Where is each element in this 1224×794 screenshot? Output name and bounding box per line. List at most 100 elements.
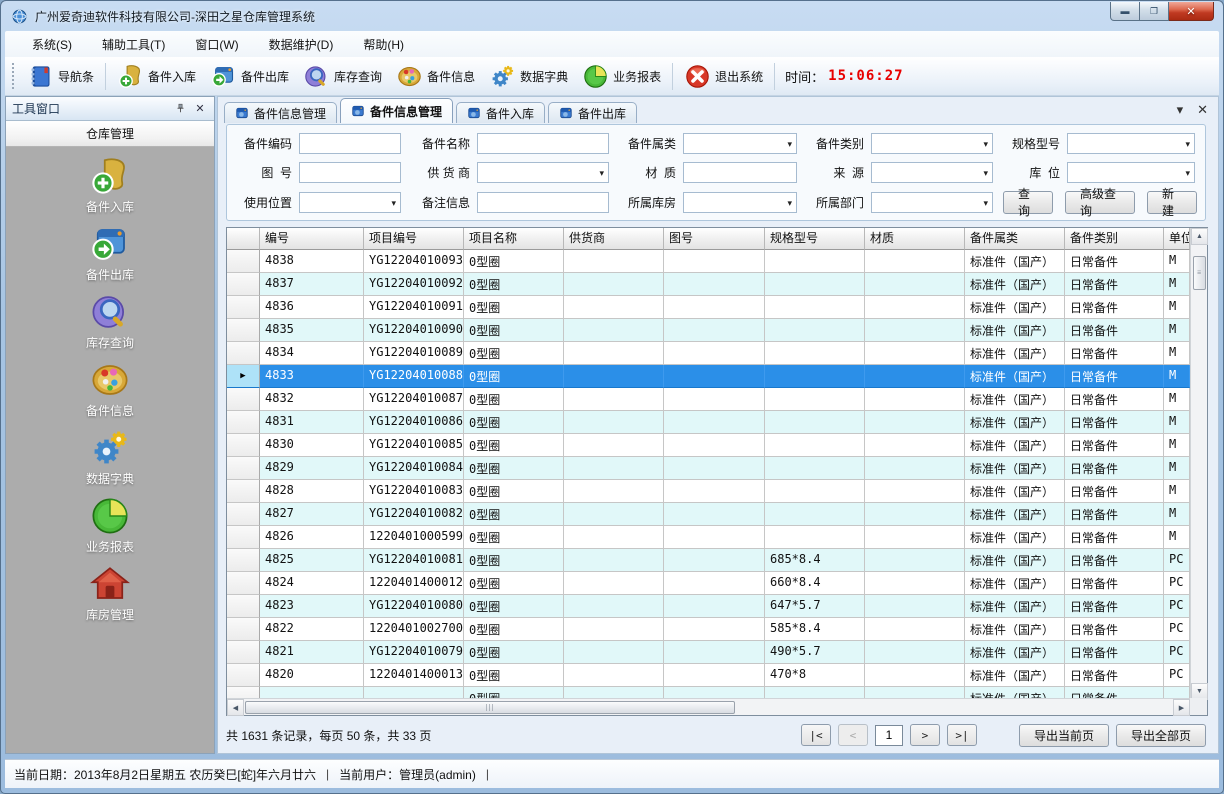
toolbar-button-navbar[interactable]: 导航条	[20, 60, 101, 93]
table-row[interactable]: 482612204010005990型圈标准件（国产）日常备件M	[227, 526, 1207, 549]
material-input[interactable]	[683, 162, 797, 183]
toolbar-button-parts-out[interactable]: 备件出库	[203, 60, 296, 93]
toolbar-button-business-report[interactable]: 业务报表	[575, 60, 668, 93]
column-header-8[interactable]: 备件属类	[965, 228, 1065, 250]
source-select[interactable]: ▾	[871, 162, 993, 183]
column-header-4[interactable]: 供货商	[564, 228, 664, 250]
toolbar-grip[interactable]	[11, 63, 16, 89]
column-header-5[interactable]: 图号	[664, 228, 765, 250]
column-header-9[interactable]: 备件类别	[1065, 228, 1164, 250]
selected-row-pointer-icon[interactable]: ▶	[227, 365, 260, 388]
row-selector-cell[interactable]	[227, 641, 260, 664]
row-selector-cell[interactable]	[227, 411, 260, 434]
row-selector-cell[interactable]	[227, 296, 260, 319]
pin-icon[interactable]	[172, 101, 188, 117]
table-row[interactable]: 4821YG122040100790型圈490*5.7标准件（国产）日常备件PC	[227, 641, 1207, 664]
row-selector-cell[interactable]	[227, 342, 260, 365]
part-name-input[interactable]	[477, 133, 609, 154]
export-all-pages-button[interactable]: 导出全部页	[1116, 724, 1206, 747]
row-selector-cell[interactable]	[227, 457, 260, 480]
part-class-select[interactable]: ▾	[871, 133, 993, 154]
query-button[interactable]: 查询	[1003, 191, 1053, 214]
advanced-query-button[interactable]: 高级查询	[1065, 191, 1135, 214]
row-selector-cell[interactable]	[227, 388, 260, 411]
minimize-button[interactable]: ▬	[1110, 2, 1140, 21]
column-header-6[interactable]: 规格型号	[765, 228, 865, 250]
table-row[interactable]: 4830YG122040100850型圈标准件（国产）日常备件M	[227, 434, 1207, 457]
scroll-left-icon[interactable]: ◀	[227, 699, 244, 716]
table-row[interactable]: 482012204014000130型圈470*8标准件（国产）日常备件PC	[227, 664, 1207, 687]
table-row[interactable]: 4828YG122040100830型圈标准件（国产）日常备件M	[227, 480, 1207, 503]
menu-item-4[interactable]: 数据维护(D)	[256, 32, 347, 57]
sidebar-item-business-report[interactable]: 业务报表	[6, 495, 214, 563]
row-selector-cell[interactable]	[227, 595, 260, 618]
row-selector-cell[interactable]	[227, 572, 260, 595]
spec-model-select[interactable]: ▾	[1067, 133, 1195, 154]
table-row[interactable]: 4832YG122040100870型圈标准件（国产）日常备件M	[227, 388, 1207, 411]
table-row[interactable]: 4838YG122040100930型圈标准件（国产）日常备件M	[227, 250, 1207, 273]
remark-input[interactable]	[477, 192, 609, 213]
toolbar-button-data-dict[interactable]: 数据字典	[482, 60, 575, 93]
row-selector-cell[interactable]	[227, 503, 260, 526]
sidebar-item-parts-in[interactable]: 备件入库	[6, 155, 214, 223]
toolbar-button-exit-system[interactable]: 退出系统	[677, 60, 770, 93]
tab-parts-out[interactable]: 备件出库	[548, 102, 637, 123]
table-row[interactable]: 4835YG122040100900型圈标准件（国产）日常备件M	[227, 319, 1207, 342]
toolbar-button-inventory-query[interactable]: 库存查询	[296, 60, 389, 93]
menu-item-1[interactable]: 系统(S)	[19, 32, 85, 57]
table-row[interactable]: 482412204014000120型圈660*8.4标准件（国产）日常备件PC	[227, 572, 1207, 595]
table-row[interactable]: 4834YG122040100890型圈标准件（国产）日常备件M	[227, 342, 1207, 365]
sidebar-item-warehouse-manage[interactable]: 库房管理	[6, 563, 214, 631]
row-selector-cell[interactable]	[227, 549, 260, 572]
menu-item-2[interactable]: 辅助工具(T)	[89, 32, 178, 57]
horizontal-scroll-thumb[interactable]: |||	[245, 701, 735, 714]
column-header-2[interactable]: 项目编号	[364, 228, 464, 250]
tab-parts-info-manage-a[interactable]: 备件信息管理	[224, 102, 337, 123]
table-row[interactable]: 4836YG122040100910型圈标准件（国产）日常备件M	[227, 296, 1207, 319]
maximize-button[interactable]: ❐	[1140, 2, 1169, 21]
sidebar-group-warehouse[interactable]: 仓库管理	[6, 121, 214, 147]
warehouse-select[interactable]: ▾	[683, 192, 797, 213]
table-row[interactable]: 4823YG122040100800型圈647*5.7标准件（国产）日常备件PC	[227, 595, 1207, 618]
sidebar-item-parts-out[interactable]: 备件出库	[6, 223, 214, 291]
scroll-up-icon[interactable]: ▲	[1191, 228, 1208, 245]
supplier-select[interactable]: ▾	[477, 162, 609, 183]
next-page-button[interactable]: >	[910, 724, 940, 746]
row-selector-cell[interactable]	[227, 480, 260, 503]
table-row[interactable]: 482212204010027000型圈585*8.4标准件（国产）日常备件PC	[227, 618, 1207, 641]
row-selector-cell[interactable]	[227, 250, 260, 273]
table-row[interactable]: 4831YG122040100860型圈标准件（国产）日常备件M	[227, 411, 1207, 434]
table-row[interactable]: 4837YG122040100920型圈标准件（国产）日常备件M	[227, 273, 1207, 296]
table-row[interactable]: ▶4833YG122040100880型圈标准件（国产）日常备件M	[227, 365, 1207, 388]
table-row[interactable]: 4825YG122040100810型圈685*8.4标准件（国产）日常备件PC	[227, 549, 1207, 572]
column-header-10[interactable]: 单位	[1164, 228, 1190, 250]
export-current-page-button[interactable]: 导出当前页	[1019, 724, 1109, 747]
column-header-1[interactable]: 编号	[260, 228, 364, 250]
row-selector-cell[interactable]	[227, 319, 260, 342]
row-selector-cell[interactable]	[227, 434, 260, 457]
sidebar-item-parts-info[interactable]: 备件信息	[6, 359, 214, 427]
drawing-no-input[interactable]	[299, 162, 401, 183]
vertical-scrollbar[interactable]: ▲ ≡ ▼	[1190, 228, 1207, 700]
scroll-right-icon[interactable]: ▶	[1173, 699, 1190, 716]
row-selector-cell[interactable]	[227, 618, 260, 641]
menu-item-3[interactable]: 窗口(W)	[182, 32, 251, 57]
new-button[interactable]: 新建	[1147, 191, 1197, 214]
table-row[interactable]: 4829YG122040100840型圈标准件（国产）日常备件M	[227, 457, 1207, 480]
title-bar[interactable]: 广州爱奇迪软件科技有限公司-深田之星仓库管理系统	[1, 1, 1223, 31]
column-header-7[interactable]: 材质	[865, 228, 965, 250]
page-number-input[interactable]	[875, 725, 903, 746]
sidebar-item-inventory-query[interactable]: 库存查询	[6, 291, 214, 359]
location-select[interactable]: ▾	[1067, 162, 1195, 183]
part-category-select[interactable]: ▾	[683, 133, 797, 154]
part-code-input[interactable]	[299, 133, 401, 154]
table-row[interactable]: 4827YG122040100820型圈标准件（国产）日常备件M	[227, 503, 1207, 526]
department-select[interactable]: ▾	[871, 192, 993, 213]
chevron-down-icon[interactable]: ▾	[1177, 102, 1184, 118]
vertical-scroll-thumb[interactable]: ≡	[1193, 256, 1206, 290]
menu-item-5[interactable]: 帮助(H)	[350, 32, 417, 57]
row-selector-cell[interactable]	[227, 526, 260, 549]
toolbar-button-parts-info[interactable]: 备件信息	[389, 60, 482, 93]
toolbar-button-parts-in[interactable]: 备件入库	[110, 60, 203, 93]
tab-parts-in[interactable]: 备件入库	[456, 102, 545, 123]
